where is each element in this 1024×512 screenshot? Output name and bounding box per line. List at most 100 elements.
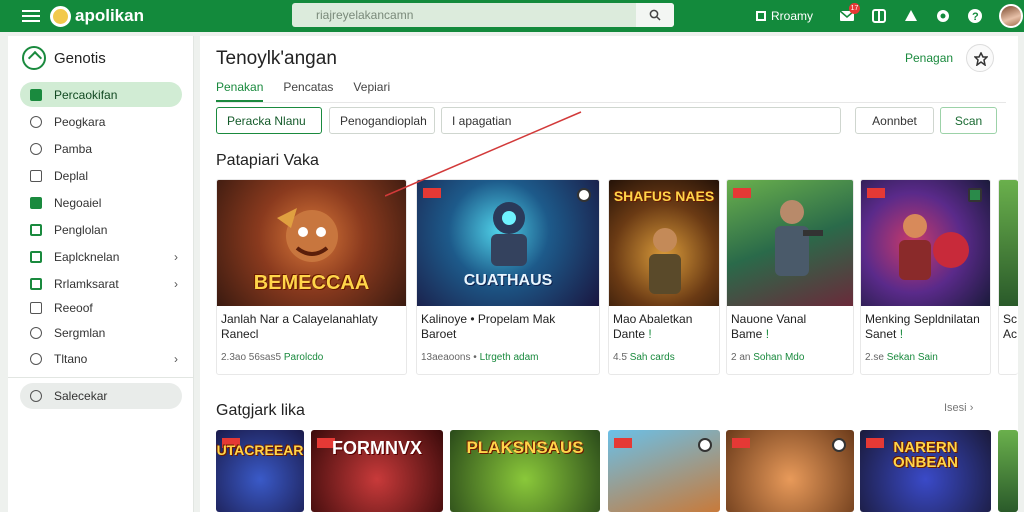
- character-art: [899, 214, 969, 280]
- game-tile[interactable]: FORMNVX: [311, 430, 443, 512]
- chevron-right-icon: ›: [174, 277, 178, 291]
- avatar[interactable]: [999, 4, 1024, 28]
- sidebar-item-label: Penglolan: [54, 222, 108, 237]
- sidebar-header: Genotis: [22, 46, 106, 70]
- store-button[interactable]: [871, 8, 887, 24]
- game-title: Mao Abaletkan Dante !: [613, 312, 714, 342]
- game-meta-text: 2.se: [865, 352, 884, 363]
- game-logo-text: NARERN ONBEAN: [892, 439, 958, 471]
- game-tile[interactable]: PLAKSNSAUS: [450, 430, 600, 512]
- grid-icon: [30, 88, 42, 101]
- sidebar-item-6[interactable]: Penglolan: [20, 217, 182, 242]
- see-all-link[interactable]: Isesi ›: [944, 402, 973, 414]
- library-button[interactable]: Rroamy: [756, 9, 813, 23]
- game-cover-image: SHAFUS NAES: [609, 180, 719, 306]
- sidebar-item-8[interactable]: Rrlamksarat ›: [20, 271, 182, 296]
- sidebar-item-2[interactable]: Peogkara: [20, 109, 182, 134]
- notifications-button[interactable]: 17: [839, 3, 861, 24]
- header-action-button[interactable]: [966, 44, 994, 72]
- game-meta-text: 2.3ao 56sas5: [221, 352, 282, 363]
- help-button[interactable]: ?: [967, 8, 983, 24]
- sidebar-footer-button[interactable]: Salecekar: [20, 383, 182, 409]
- game-title-line2: Dante: [613, 327, 646, 341]
- game-card[interactable]: Sc Ac: [998, 179, 1018, 375]
- sale-tag: [732, 438, 750, 448]
- page-title: Tenoylk'angan: [216, 48, 337, 69]
- sidebar-item-5[interactable]: Negoaiel: [20, 190, 182, 215]
- document-icon: [30, 169, 42, 182]
- character-art: [649, 228, 681, 294]
- game-meta-highlight: Ltrgeth adam: [479, 352, 539, 363]
- game-cover-image: BEMECCAA: [217, 180, 406, 306]
- search-icon: [30, 115, 42, 128]
- svg-text:?: ?: [972, 11, 979, 23]
- sidebar-item-label: Deplal: [54, 168, 89, 183]
- game-cover-image: [861, 180, 990, 306]
- sidebar-item-label: Negoaiel: [54, 195, 102, 210]
- downloads-button[interactable]: [903, 8, 919, 24]
- game-tile[interactable]: NARERN ONBEAN: [860, 430, 991, 512]
- character-art: [775, 200, 823, 276]
- game-tile[interactable]: [726, 430, 854, 512]
- tab-2[interactable]: Pencatas: [283, 80, 333, 102]
- sidebar-item-10[interactable]: Sergmlan: [20, 320, 182, 345]
- sidebar-item-11[interactable]: Tltano ›: [20, 346, 182, 371]
- app-name: apolikan: [75, 6, 144, 25]
- search-button[interactable]: [636, 3, 674, 27]
- game-title-line1: Kalinoye • Propelam Mak: [421, 312, 556, 326]
- tag-icon: [30, 142, 42, 155]
- filter-button[interactable]: Aonnbet: [855, 107, 934, 134]
- sidebar-item-label: Peogkara: [54, 114, 106, 129]
- game-tile[interactable]: UTACREEAR: [216, 430, 304, 512]
- sidebar-item-label: Pamba: [54, 141, 93, 156]
- game-tile[interactable]: [608, 430, 720, 512]
- filter-chip-2[interactable]: Penogandioplah: [329, 107, 435, 134]
- sidebar-footer-label: Salecekar: [54, 389, 108, 403]
- settings-button[interactable]: [935, 8, 951, 24]
- sidebar-item-4[interactable]: Deplal: [20, 163, 182, 188]
- bookmark-icon: [974, 52, 988, 66]
- chevron-right-icon: ›: [969, 402, 974, 414]
- new-marker: !: [765, 327, 770, 341]
- main-content: Tenoylk'angan Penagan Penakan Pencatas V…: [200, 36, 1018, 512]
- game-card[interactable]: Menking Sepldnilatan Sanet ! 2.se Sekan S…: [860, 179, 991, 375]
- header-link[interactable]: Penagan: [905, 51, 953, 65]
- search-input[interactable]: riajreyelakancamn: [316, 8, 413, 22]
- game-logo-text: FORMNVX: [332, 438, 422, 458]
- game-card[interactable]: Nauone Vanal Bame ! 2 an Sohan Mdo: [726, 179, 854, 375]
- game-title: Janlah Nar a Calayelanahlaty Ranecl: [221, 312, 395, 342]
- game-card[interactable]: BEMECCAA Janlah Nar a Calayelanahlaty Ran…: [216, 179, 407, 375]
- search-box[interactable]: riajreyelakancamn: [292, 3, 674, 27]
- filter-chip-1[interactable]: Peracka Nlanu: [216, 107, 322, 134]
- gear-icon: [937, 10, 950, 22]
- sidebar-divider: [8, 377, 194, 378]
- app-logo[interactable]: apolikan: [50, 4, 144, 28]
- sidebar-item-label: Reeoof: [54, 300, 93, 315]
- scan-button[interactable]: Scan: [940, 107, 997, 134]
- game-title-line2: Sanet: [865, 327, 897, 341]
- folder-icon: [30, 223, 42, 236]
- game-tile[interactable]: [998, 430, 1018, 512]
- new-marker: !: [899, 327, 904, 341]
- game-meta-highlight: Sohan Mdo: [753, 352, 805, 363]
- logo-icon: [50, 5, 71, 27]
- history-icon: [30, 352, 42, 365]
- sidebar-item-7[interactable]: Eaplcknelan ›: [20, 244, 182, 269]
- game-meta-text: 2 an: [731, 352, 751, 363]
- game-title: Nauone Vanal Bame !: [731, 312, 847, 342]
- sidebar-item-9[interactable]: Reeoof: [20, 295, 182, 320]
- filter-input[interactable]: I apagatian: [441, 107, 841, 134]
- tab-3[interactable]: Vepiari: [353, 80, 390, 102]
- chevron-right-icon: ›: [174, 352, 178, 366]
- game-title-line1: Menking Sepldnilatan: [865, 312, 980, 326]
- game-logo-text: PLAKSNSAUS: [466, 438, 584, 457]
- hamburger-menu-icon[interactable]: [22, 7, 40, 23]
- tab-1[interactable]: Penakan: [216, 80, 264, 102]
- game-card[interactable]: SHAFUS NAES Mao Abaletkan Dante ! 4.5̇ Sa…: [608, 179, 720, 375]
- character-art: [277, 208, 338, 262]
- download-icon: [905, 10, 918, 21]
- game-card[interactable]: CUATHAUS Kalinoye • Propelam Mak Baroet 1…: [416, 179, 600, 375]
- sidebar-item-label: Sergmlan: [54, 325, 106, 340]
- sidebar-item-1[interactable]: Percaokifan: [20, 82, 182, 107]
- sidebar-item-3[interactable]: Pamba: [20, 136, 182, 161]
